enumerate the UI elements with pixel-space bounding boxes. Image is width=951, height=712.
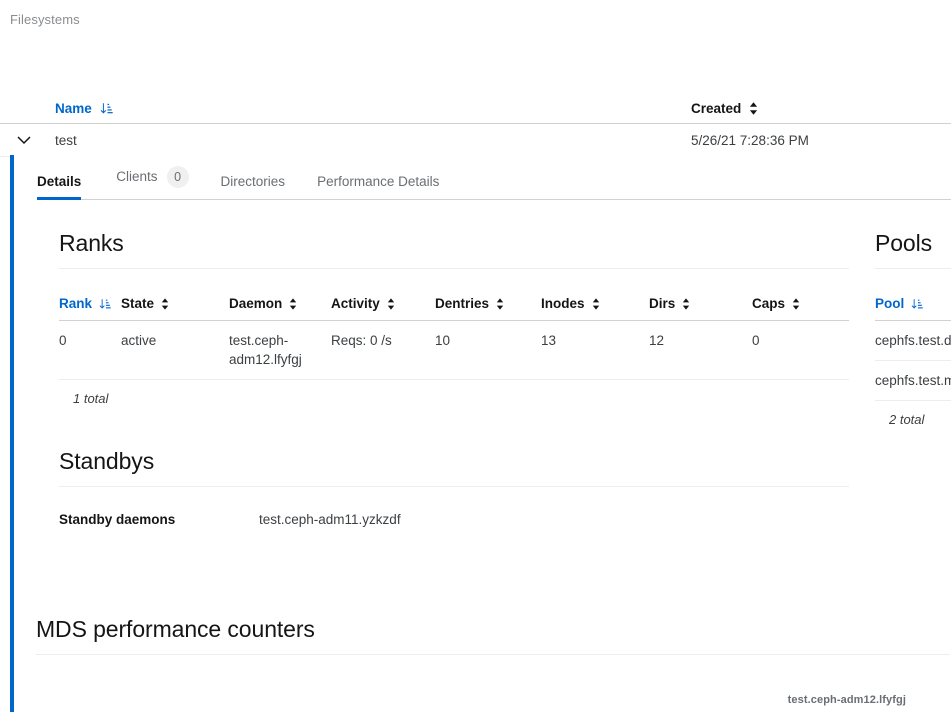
rank-value: 0 — [59, 320, 122, 381]
sort-icon[interactable] — [161, 297, 169, 310]
standbys-title: Standbys — [59, 448, 155, 475]
ranks-col-dirs[interactable]: Dirs — [649, 296, 753, 321]
tab-performance-details-label: Performance Details — [317, 173, 440, 189]
pools-table-header-row: Pool — [875, 296, 951, 321]
ranks-divider — [59, 268, 849, 269]
name-column-sort[interactable]: Name — [55, 101, 113, 116]
standby-daemons-value: test.ceph-adm11.yzkzdf — [259, 512, 401, 528]
state-value: active — [121, 320, 230, 381]
table-row[interactable]: test 5/26/21 7:28:36 PM — [0, 124, 951, 157]
tab-performance-details[interactable]: Performance Details — [301, 173, 455, 200]
tab-directories-label: Directories — [220, 173, 286, 189]
filesystem-name[interactable]: test — [48, 133, 691, 148]
pools-col-pool-label: Pool — [875, 296, 905, 311]
mds-performance-title: MDS performance counters — [36, 616, 315, 642]
filesystem-detail-page: Filesystems Name Created test 5/26/21 7:… — [0, 0, 951, 712]
sort-amount-down-icon[interactable] — [911, 298, 923, 310]
name-column-header[interactable]: Name — [48, 100, 691, 118]
chevron-down-icon[interactable] — [17, 134, 31, 148]
pools-col-pool[interactable]: Pool — [875, 296, 951, 321]
ranks-col-activity-label: Activity — [331, 296, 380, 311]
ranks-table-header-row: Rank State Daemon Activity Dentries Inod… — [59, 296, 849, 321]
dentries-value: 10 — [435, 320, 542, 381]
tab-details[interactable]: Details — [37, 173, 100, 200]
pools-divider — [875, 268, 951, 269]
tab-clients[interactable]: Clients 0 — [100, 166, 204, 199]
tab-details-label: Details — [37, 173, 82, 189]
ranks-section: Ranks Rank State Daemon Activity Dentrie… — [59, 200, 849, 406]
standby-daemons-label: Standby daemons — [59, 512, 176, 528]
pools-total: 2 total — [889, 412, 925, 428]
ranks-col-inodes[interactable]: Inodes — [541, 296, 650, 321]
ranks-table: Rank State Daemon Activity Dentries Inod… — [59, 296, 849, 381]
sort-icon[interactable] — [682, 297, 690, 310]
tab-bar: Details Clients 0 Directories Performanc… — [37, 155, 951, 200]
inodes-value: 13 — [541, 320, 650, 381]
ranks-col-inodes-label: Inodes — [541, 296, 585, 311]
pools-column: Pools Pool cephfs.test.d cephfs.test.m 2… — [875, 200, 951, 427]
ranks-col-state-label: State — [121, 296, 155, 311]
caps-value: 0 — [752, 320, 849, 381]
ranks-col-dentries-label: Dentries — [435, 296, 490, 311]
pool-value: cephfs.test.meta — [875, 360, 951, 402]
ranks-title: Ranks — [59, 230, 124, 256]
sort-icon[interactable] — [792, 297, 800, 310]
mds-performance-daemon-label: test.ceph-adm12.lfyfgj — [787, 694, 906, 706]
sort-amount-down-icon[interactable] — [99, 298, 111, 310]
ranks-col-caps[interactable]: Caps — [752, 296, 849, 321]
daemon-value: test.ceph-adm12.lfyfgj — [229, 320, 332, 381]
table-row[interactable]: cephfs.test.meta — [875, 360, 951, 402]
name-column-label: Name — [55, 101, 92, 116]
standbys-section: Standbys Standby daemons test.ceph-adm11… — [59, 406, 849, 527]
sort-amount-down-icon[interactable] — [100, 102, 113, 115]
table-row[interactable]: cephfs.test.data — [875, 320, 951, 362]
standby-daemons-row: Standby daemons test.ceph-adm11.yzkzdf — [59, 512, 849, 527]
ranks-col-caps-label: Caps — [752, 296, 786, 311]
pools-section: Pools Pool cephfs.test.d cephfs.test.m 2… — [875, 200, 951, 427]
created-column-sort[interactable]: Created — [691, 101, 758, 116]
tab-directories[interactable]: Directories — [205, 173, 302, 200]
ranks-col-rank[interactable]: Rank — [59, 296, 122, 321]
row-expander[interactable] — [0, 133, 48, 148]
pools-table: Pool cephfs.test.d cephfs.test.m — [875, 296, 951, 402]
ranks-col-daemon-label: Daemon — [229, 296, 283, 311]
sort-icon[interactable] — [749, 102, 758, 115]
ranks-col-rank-label: Rank — [59, 296, 93, 311]
expanded-detail-panel: Details Clients 0 Directories Performanc… — [10, 155, 951, 712]
ranks-col-dentries[interactable]: Dentries — [435, 296, 542, 321]
created-column-header[interactable]: Created — [691, 100, 951, 118]
ranks-col-dirs-label: Dirs — [649, 296, 676, 311]
pools-title: Pools — [875, 230, 933, 256]
ranks-col-activity[interactable]: Activity — [331, 296, 436, 321]
sort-icon[interactable] — [289, 297, 297, 310]
pool-value: cephfs.test.data — [875, 320, 951, 362]
ranks-total: 1 total — [73, 391, 109, 407]
ranks-and-standbys-column: Ranks Rank State Daemon Activity Dentrie… — [59, 200, 849, 527]
filesystems-table: Name Created test 5/26/21 7:28:36 PM — [0, 95, 951, 157]
mds-performance-counters-section: MDS performance counters — [36, 616, 950, 655]
filesystems-table-header: Name Created — [0, 95, 951, 124]
dirs-value: 12 — [649, 320, 753, 381]
sort-icon[interactable] — [592, 297, 600, 310]
tab-clients-label: Clients — [116, 169, 158, 185]
sort-icon[interactable] — [387, 297, 395, 310]
sort-icon[interactable] — [496, 297, 504, 310]
mds-performance-divider — [36, 654, 950, 655]
clients-count-badge: 0 — [166, 166, 189, 188]
activity-value: Reqs: 0 /s — [331, 320, 436, 381]
ranks-col-state[interactable]: State — [121, 296, 230, 321]
ranks-col-daemon[interactable]: Daemon — [229, 296, 332, 321]
table-row[interactable]: 0 active test.ceph-adm12.lfyfgj Reqs: 0 … — [59, 320, 849, 381]
breadcrumb: Filesystems — [10, 12, 80, 27]
created-column-label: Created — [691, 101, 742, 116]
standbys-divider — [59, 486, 849, 488]
filesystem-created: 5/26/21 7:28:36 PM — [691, 132, 809, 148]
